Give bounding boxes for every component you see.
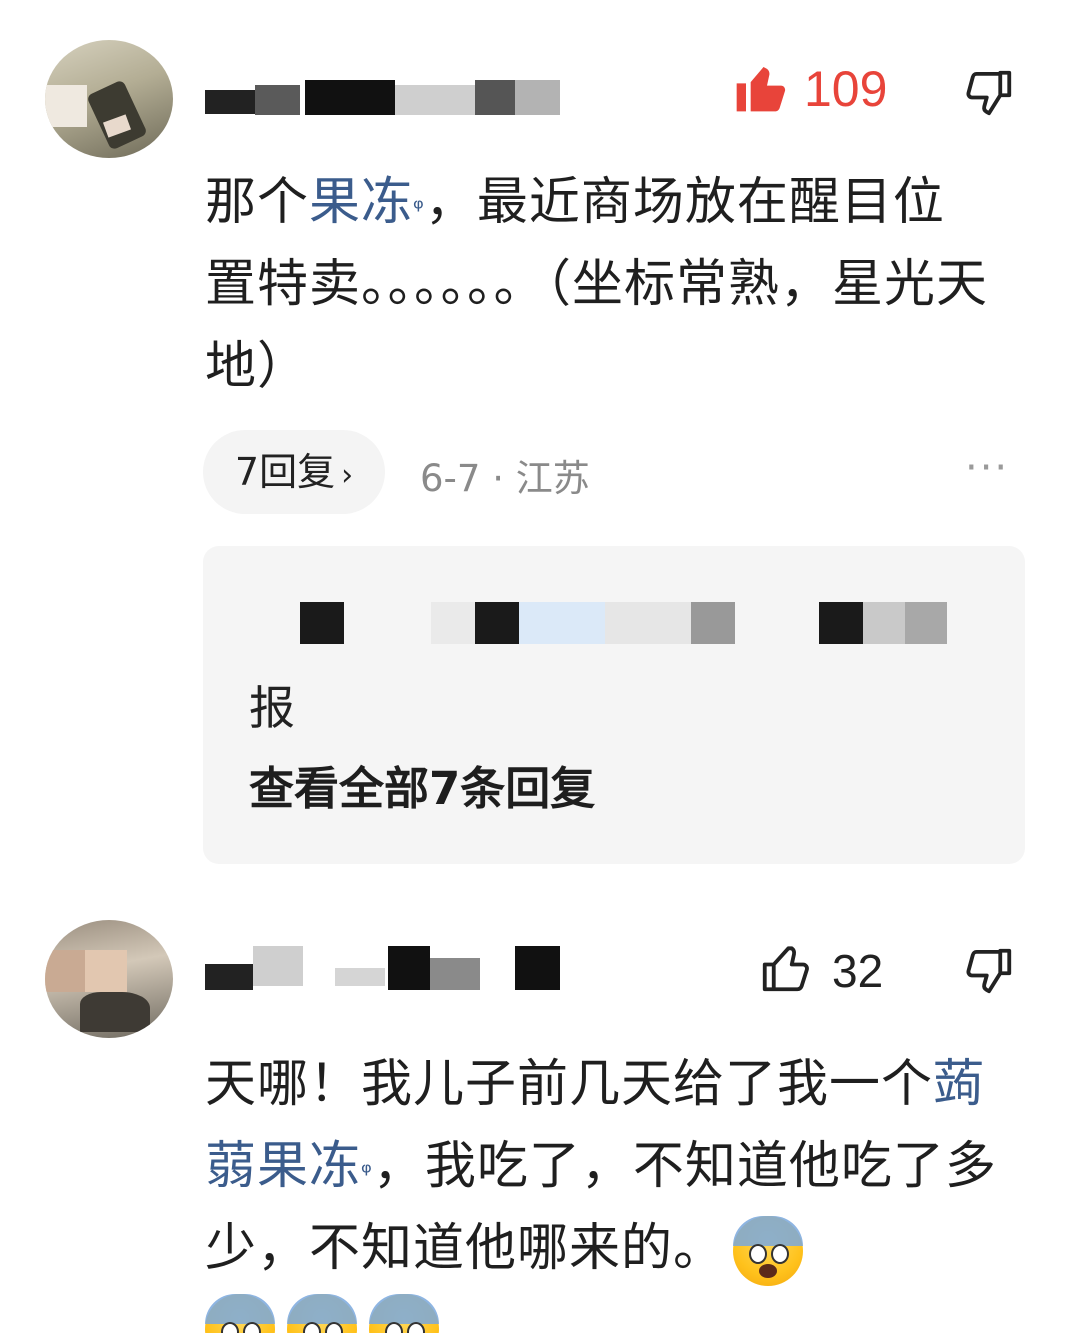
more-icon[interactable]: ··· xyxy=(965,445,1009,491)
search-hint-icon: ᵠ xyxy=(361,1158,373,1188)
face-screaming-in-fear-icon xyxy=(205,1294,275,1333)
chevron-right-icon: › xyxy=(341,458,354,493)
thumbs-down-icon[interactable] xyxy=(962,944,1016,998)
emoji-row xyxy=(205,1294,465,1333)
face-screaming-in-fear-icon xyxy=(369,1294,439,1333)
like-button[interactable]: 109 xyxy=(732,58,892,124)
thumbs-down-icon[interactable] xyxy=(962,66,1016,120)
view-all-replies-link[interactable]: 查看全部7条回复 xyxy=(249,752,595,817)
keyword-link[interactable]: 果冻ᵠ xyxy=(309,173,425,232)
like-count: 109 xyxy=(804,61,888,117)
username-blurred[interactable] xyxy=(205,70,565,120)
face-screaming-in-fear-icon xyxy=(287,1294,357,1333)
reply-preview-blurred xyxy=(203,602,1025,644)
thumbs-up-outline-icon xyxy=(762,946,809,992)
face-screaming-in-fear-icon xyxy=(733,1216,804,1286)
search-hint-icon: ᵠ xyxy=(413,194,425,224)
avatar[interactable] xyxy=(45,920,173,1038)
comment-text: 天哪！我儿子前几天给了我一个蒟蒻果冻ᵠ，我吃了，不知道他吃了多少，不知道他哪来的… xyxy=(205,1044,1005,1290)
comment-text: 那个果冻ᵠ，最近商场放在醒目位置特卖。。。。。。（坐标常熟，星光天地） xyxy=(205,173,989,396)
username-blurred[interactable] xyxy=(205,946,565,992)
comment-meta: 6-7 · 江苏 xyxy=(420,457,590,500)
reply-count-button[interactable]: 7回复 › xyxy=(203,430,385,514)
avatar[interactable] xyxy=(45,40,173,158)
like-button[interactable]: 32 xyxy=(758,940,898,1000)
like-count: 32 xyxy=(832,945,884,997)
reply-preview-text: 报 xyxy=(249,681,295,735)
thumbs-up-filled-icon xyxy=(736,67,786,112)
